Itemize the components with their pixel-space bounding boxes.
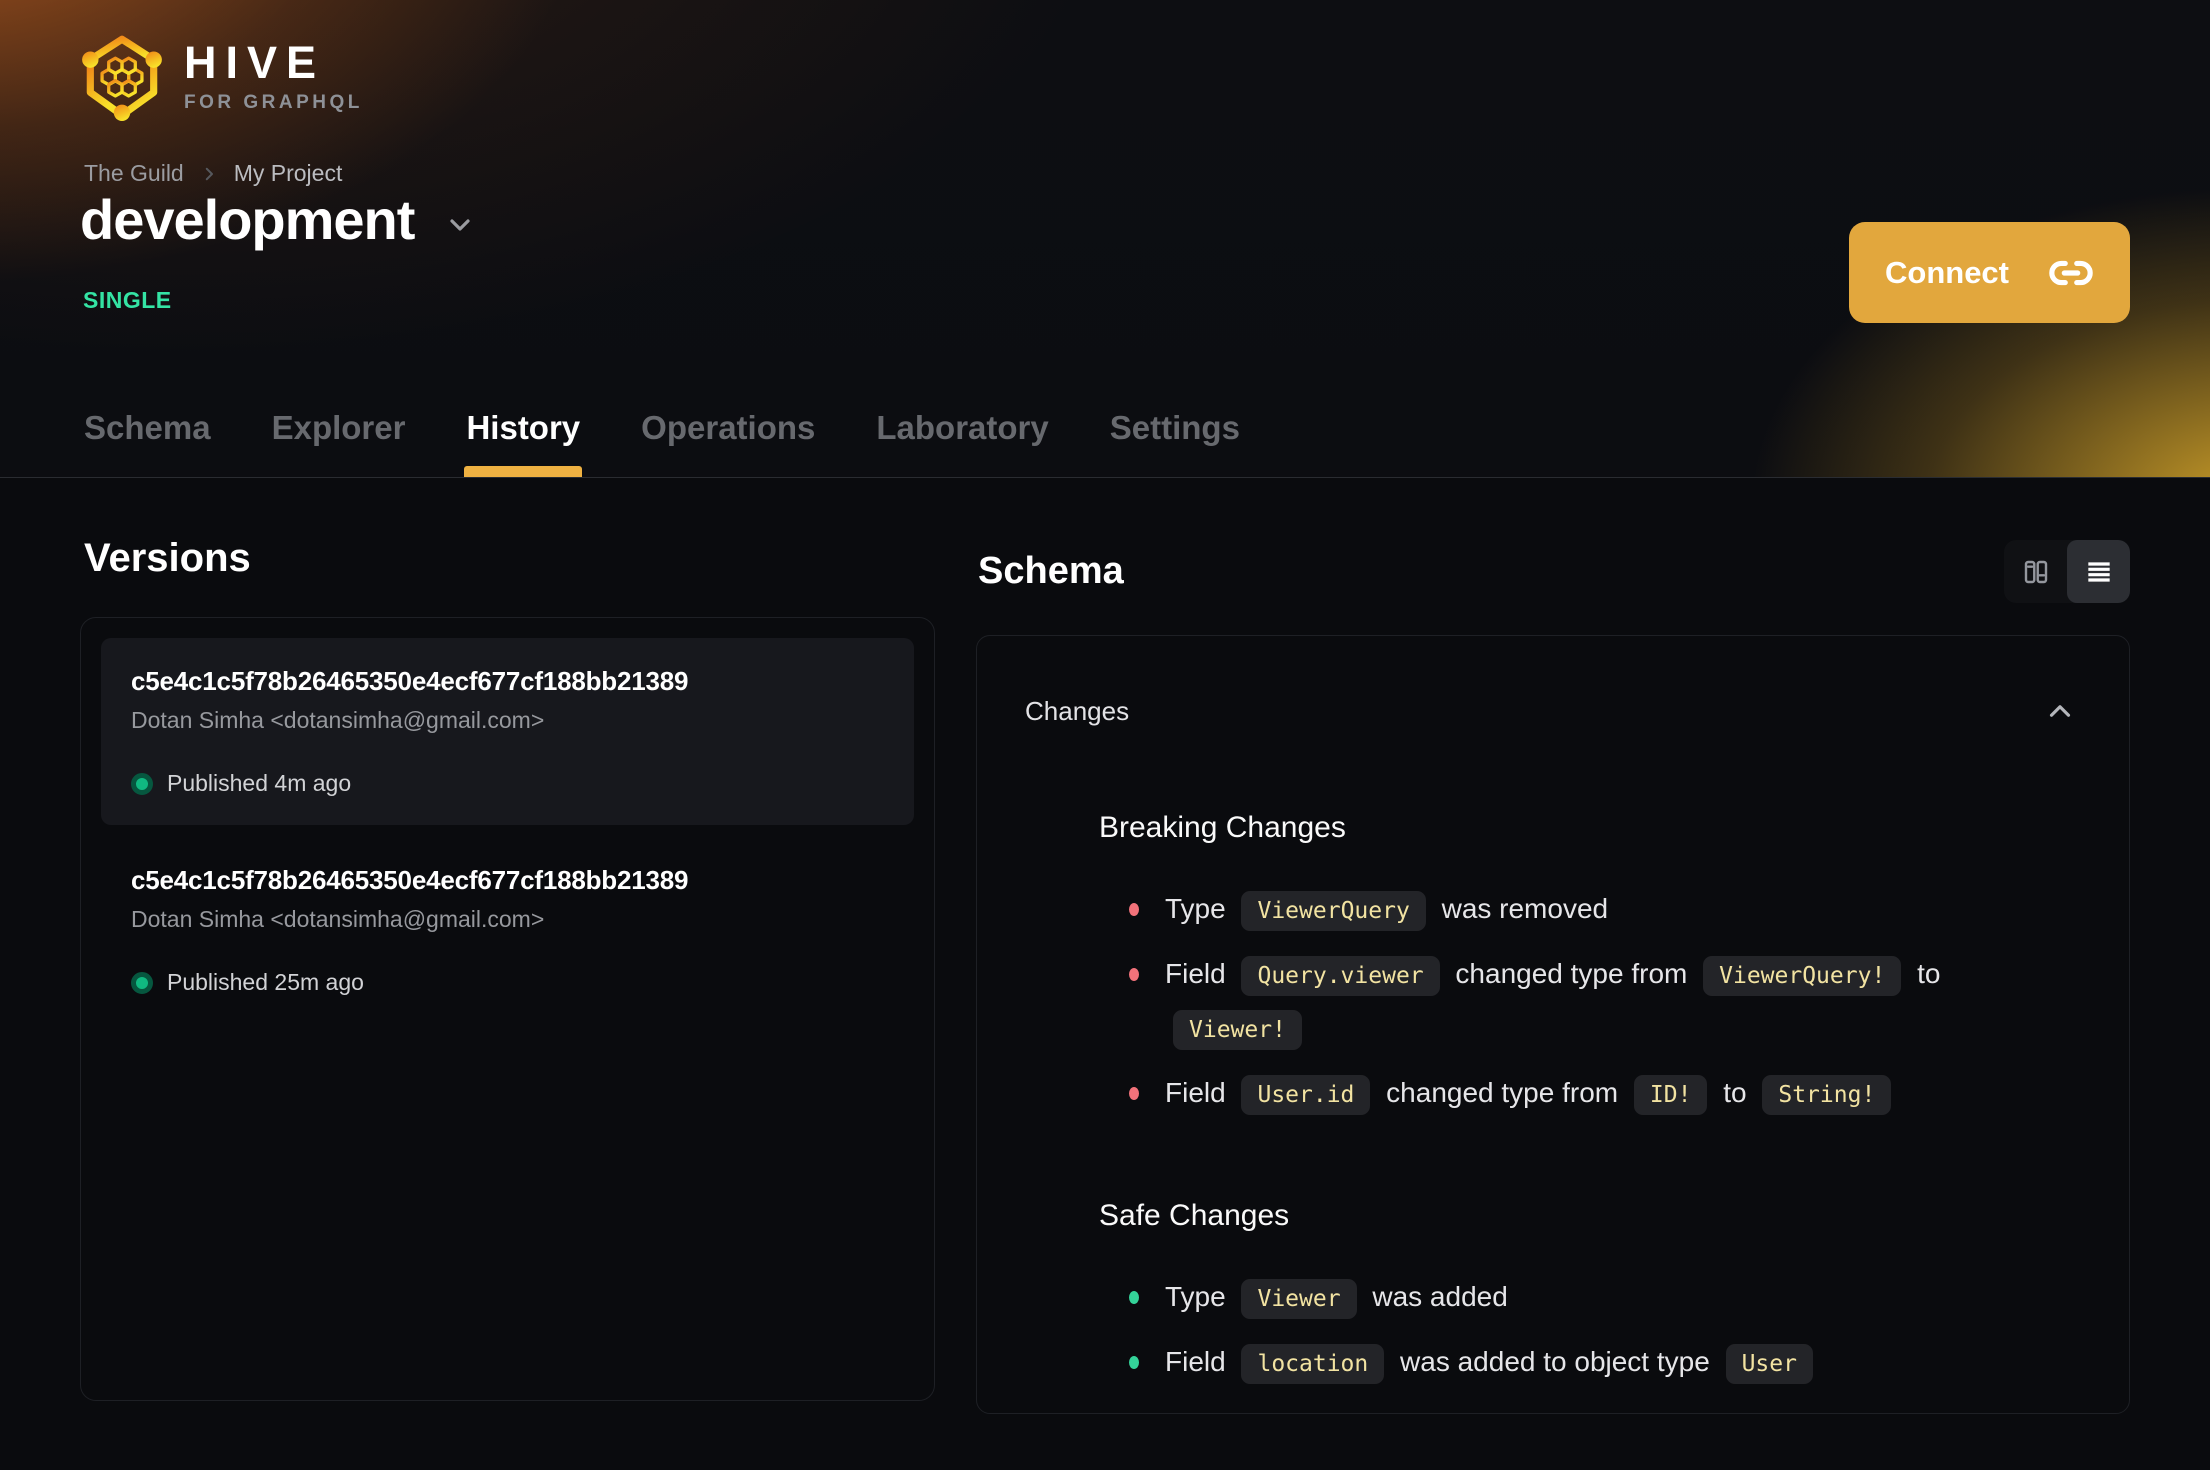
- breadcrumb-project[interactable]: My Project: [234, 160, 343, 187]
- tab-operations[interactable]: Operations: [639, 409, 817, 477]
- change-item: Type Viewer was added: [1127, 1270, 2005, 1325]
- version-status-row: Published 25m ago: [131, 969, 884, 996]
- main-content: Versions c5e4c1c5f78b26465350e4ecf677cf1…: [0, 478, 2210, 1414]
- target-name: development: [80, 188, 415, 251]
- version-author: Dotan Simha <dotansimha@gmail.com>: [131, 707, 545, 733]
- hive-hexagon-logo-icon: [82, 35, 162, 121]
- change-item: Field User.id changed type from ID! to S…: [1127, 1066, 2005, 1121]
- schema-identifier-chip: ID!: [1633, 1074, 1708, 1115]
- version-status-text: Published 25m ago: [167, 969, 364, 995]
- tab-history[interactable]: History: [464, 409, 582, 477]
- breaking-changes-list: Type ViewerQuery was removed Field Query.…: [1127, 882, 2085, 1120]
- brand-name: HIVE: [184, 37, 326, 88]
- chevron-up-icon: [2049, 705, 2071, 717]
- breadcrumb: The Guild My Project: [84, 160, 342, 187]
- version-hash: c5e4c1c5f78b26465350e4ecf677cf188bb21389: [131, 666, 689, 696]
- schema-identifier-chip: Query.viewer: [1241, 955, 1440, 996]
- view-toggle: [2004, 540, 2130, 603]
- connect-button[interactable]: Connect: [1849, 222, 2130, 323]
- versions-column: Versions c5e4c1c5f78b26465350e4ecf677cf1…: [80, 478, 935, 1414]
- change-section-title: Safe Changes: [1099, 1199, 1290, 1233]
- connect-button-label: Connect: [1885, 254, 2009, 290]
- schema-identifier-chip: ViewerQuery!: [1703, 955, 1902, 996]
- hive-logo[interactable]: HIVE FOR GRAPHQL: [82, 30, 363, 122]
- schema-identifier-chip: Viewer!: [1173, 1010, 1302, 1051]
- safe-changes-list: Type Viewer was added Field location was …: [1127, 1270, 2085, 1389]
- schema-identifier-chip: ViewerQuery: [1241, 891, 1426, 931]
- schema-identifier-chip: String!: [1762, 1074, 1892, 1115]
- change-item: Field location was added to object type …: [1127, 1335, 2005, 1390]
- changes-body: Breaking Changes Type ViewerQuery was rem…: [977, 810, 2129, 1390]
- split-view-button[interactable]: [2004, 540, 2067, 603]
- schema-identifier-chip: Viewer: [1241, 1279, 1357, 1320]
- schema-identifier-chip: location: [1241, 1343, 1385, 1384]
- target-mode-badge: SINGLE: [83, 287, 172, 313]
- tab-schema[interactable]: Schema: [82, 409, 213, 477]
- changes-collapsible-header[interactable]: Changes: [977, 636, 2129, 732]
- brand-tagline: FOR GRAPHQL: [184, 92, 363, 113]
- versions-title: Versions: [84, 536, 251, 580]
- schema-changes-panel: Changes Breaking Changes Type ViewerQuery…: [976, 635, 2130, 1414]
- version-item[interactable]: c5e4c1c5f78b26465350e4ecf677cf188bb21389…: [101, 638, 914, 825]
- change-item: Field Query.viewer changed type from Vie…: [1127, 947, 2005, 1056]
- split-view-icon: [2024, 560, 2047, 583]
- list-view-icon: [2087, 561, 2110, 582]
- tab-settings[interactable]: Settings: [1108, 409, 1242, 477]
- published-dot-icon: [131, 971, 153, 994]
- published-dot-icon: [131, 772, 153, 795]
- versions-panel: c5e4c1c5f78b26465350e4ecf677cf188bb21389…: [80, 617, 935, 1401]
- target-switcher-chevron-down-icon[interactable]: [444, 209, 476, 241]
- version-hash: c5e4c1c5f78b26465350e4ecf677cf188bb21389: [131, 865, 689, 895]
- collapse-button[interactable]: [2039, 690, 2081, 732]
- changes-header-label: Changes: [1025, 695, 1130, 726]
- link-icon: [2049, 260, 2093, 285]
- schema-header-row: Schema: [976, 540, 2130, 603]
- schema-column: Schema Changes Breaking Changes Type Vie…: [976, 478, 2130, 1414]
- tab-explorer[interactable]: Explorer: [270, 409, 408, 477]
- version-status-text: Published 4m ago: [167, 770, 352, 796]
- list-view-button[interactable]: [2067, 540, 2130, 603]
- hive-app: HIVE FOR GRAPHQL The Guild My Project de…: [0, 0, 2210, 1470]
- breadcrumb-org[interactable]: The Guild: [84, 160, 184, 187]
- schema-identifier-chip: User.id: [1241, 1074, 1371, 1115]
- version-author: Dotan Simha <dotansimha@gmail.com>: [131, 906, 545, 932]
- version-status-row: Published 4m ago: [131, 770, 884, 797]
- tab-bar: Schema Explorer History Operations Laborator…: [82, 409, 1242, 477]
- breadcrumb-chevron-icon: [205, 167, 213, 180]
- target-title-row: development: [80, 192, 476, 248]
- header: HIVE FOR GRAPHQL The Guild My Project de…: [0, 0, 2210, 478]
- tab-laboratory[interactable]: Laboratory: [874, 409, 1050, 477]
- version-item[interactable]: c5e4c1c5f78b26465350e4ecf677cf188bb21389…: [101, 837, 914, 1024]
- change-section-title: Breaking Changes: [1099, 811, 1346, 844]
- change-item: Type ViewerQuery was removed: [1127, 882, 2005, 937]
- schema-identifier-chip: User: [1725, 1343, 1813, 1384]
- schema-title: Schema: [978, 550, 1124, 592]
